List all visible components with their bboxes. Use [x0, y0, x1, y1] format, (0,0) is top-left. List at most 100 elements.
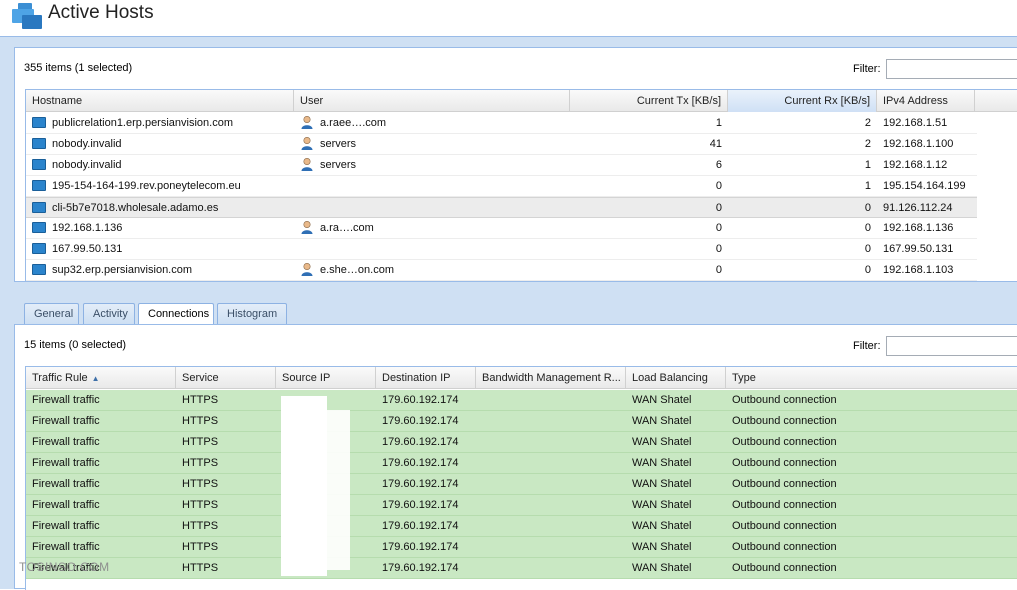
- user-icon: [301, 137, 313, 151]
- user-icon: [301, 158, 313, 172]
- column-header-bandwidth-management-r[interactable]: Bandwidth Management R...: [476, 367, 626, 389]
- hostname-text: nobody.invalid: [52, 159, 122, 171]
- connection-rule-cell: Firewall traffic: [32, 436, 100, 448]
- connection-service-cell: HTTPS: [182, 478, 219, 490]
- user-text: a.raee….com: [320, 117, 387, 129]
- host-row[interactable]: nobody.invalid servers 41 2 192.168.1.100: [26, 134, 977, 155]
- tab-histogram[interactable]: Histogram: [217, 303, 287, 324]
- hostname-text: 167.99.50.131: [52, 243, 123, 255]
- connection-lb-cell: WAN Shatel: [632, 520, 692, 532]
- hosts-grid-header: Hostname User Current Tx [KB/s] Current Rx …: [26, 90, 1017, 112]
- connection-bw-cell: [476, 516, 626, 536]
- redaction-mark: [300, 410, 350, 570]
- column-header-service[interactable]: Service: [176, 367, 276, 389]
- tab-connections[interactable]: Connections: [138, 303, 214, 325]
- connection-dest-cell: 179.60.192.174: [382, 457, 459, 469]
- column-header-current-tx-kb-s[interactable]: Current Tx [KB/s]: [570, 90, 728, 112]
- column-header-label: Type: [732, 372, 756, 384]
- connection-bw-cell: [476, 558, 626, 578]
- connection-row[interactable]: Firewall traffic HTTPS 179.60.192.174 WAN S…: [26, 537, 1017, 558]
- column-header-source-ip[interactable]: Source IP: [276, 367, 376, 389]
- connection-dest-cell: 179.60.192.174: [382, 415, 459, 427]
- connection-row[interactable]: Firewall traffic HTTPS 179.60.192.174 WAN S…: [26, 453, 1017, 474]
- user-cell: servers: [294, 155, 570, 175]
- user-cell: [294, 198, 570, 218]
- connection-rule-cell: Firewall traffic: [32, 415, 100, 427]
- hostname-text: sup32.erp.persianvision.com: [52, 264, 193, 276]
- column-header-type[interactable]: Type: [726, 367, 1017, 389]
- ipv4-cell: 192.168.1.103: [883, 264, 954, 276]
- rx-cell: 0: [864, 264, 871, 276]
- user-cell: [294, 239, 570, 259]
- connection-lb-cell: WAN Shatel: [632, 415, 692, 427]
- column-header-load-balancing[interactable]: Load Balancing: [626, 367, 726, 389]
- connection-row[interactable]: Firewall traffic HTTPS 179.60.192.174 WAN S…: [26, 558, 1017, 579]
- connection-bw-cell: [476, 453, 626, 473]
- connections-filter-input[interactable]: [886, 336, 1017, 356]
- column-header-hostname[interactable]: Hostname: [26, 90, 294, 112]
- connection-row[interactable]: Firewall traffic HTTPS 179.60.192.174 WAN S…: [26, 390, 1017, 411]
- column-header-user[interactable]: User: [294, 90, 570, 112]
- rx-cell: 0: [864, 222, 871, 234]
- connection-lb-cell: WAN Shatel: [632, 394, 692, 406]
- connection-type-cell: Outbound connection: [732, 478, 837, 490]
- connection-row[interactable]: Firewall traffic HTTPS 179.60.192.174 WAN S…: [26, 474, 1017, 495]
- connection-type-cell: Outbound connection: [732, 562, 837, 574]
- watermark: TOSINSO.COM: [19, 560, 110, 574]
- hosts-filter-input[interactable]: [886, 59, 1017, 79]
- connection-row[interactable]: Firewall traffic HTTPS 179.60.192.174 WAN S…: [26, 495, 1017, 516]
- column-header-destination-ip[interactable]: Destination IP: [376, 367, 476, 389]
- connection-rule-cell: Firewall traffic: [32, 499, 100, 511]
- host-row[interactable]: 192.168.1.136 a.ra….com 0 0 192.168.1.136: [26, 218, 977, 239]
- hosts-items-count: 355 items (1 selected): [24, 62, 133, 74]
- host-row[interactable]: sup32.erp.persianvision.com e.she…on.com 0…: [26, 260, 977, 281]
- column-header-label: Source IP: [282, 372, 331, 384]
- hostname-cell: 195-154-164-199.rev.poneytelecom.eu: [26, 176, 294, 196]
- hostname-text: 192.168.1.136: [52, 222, 123, 234]
- connection-row[interactable]: Firewall traffic HTTPS 179.60.192.174 WAN S…: [26, 411, 1017, 432]
- connection-row[interactable]: Firewall traffic HTTPS 179.60.192.174 WAN S…: [26, 516, 1017, 537]
- connection-service-cell: HTTPS: [182, 415, 219, 427]
- host-row[interactable]: nobody.invalid servers 6 1 192.168.1.12: [26, 155, 977, 176]
- hostname-text: nobody.invalid: [52, 138, 122, 150]
- connection-rule-cell: Firewall traffic: [32, 520, 100, 532]
- tx-cell: 6: [715, 159, 722, 171]
- hosts-app-icon: [12, 3, 42, 29]
- connection-service-cell: HTTPS: [182, 394, 219, 406]
- ipv4-cell: 192.168.1.51: [883, 117, 948, 129]
- host-row[interactable]: 167.99.50.131 0 0 167.99.50.131: [26, 239, 977, 260]
- column-header-filler: [975, 90, 1017, 112]
- connections-grid-header: Traffic Rule ▲ Service Source IP Destination…: [26, 367, 1017, 389]
- connection-service-cell: HTTPS: [182, 499, 219, 511]
- ipv4-cell: 192.168.1.100: [883, 138, 954, 150]
- connection-lb-cell: WAN Shatel: [632, 478, 692, 490]
- tx-cell: 0: [715, 180, 722, 192]
- column-header-current-rx-kb-s[interactable]: Current Rx [KB/s]: [728, 90, 877, 112]
- host-row[interactable]: 195-154-164-199.rev.poneytelecom.eu 0 1 195…: [26, 176, 977, 197]
- computer-icon: [32, 242, 46, 254]
- hostname-cell: 167.99.50.131: [26, 239, 294, 259]
- connection-lb-cell: WAN Shatel: [632, 457, 692, 469]
- connection-bw-cell: [476, 432, 626, 452]
- connection-dest-cell: 179.60.192.174: [382, 499, 459, 511]
- computer-icon: [32, 137, 46, 149]
- rx-cell: 1: [864, 159, 871, 171]
- connection-row[interactable]: Firewall traffic HTTPS 179.60.192.174 WAN S…: [26, 432, 1017, 453]
- user-text: a.ra….com: [320, 222, 374, 234]
- hosts-grid: Hostname User Current Tx [KB/s] Current Rx …: [25, 89, 1017, 282]
- connection-lb-cell: WAN Shatel: [632, 499, 692, 511]
- tab-general[interactable]: General: [24, 303, 79, 324]
- rx-cell: 0: [864, 243, 871, 255]
- column-header-traffic-rule[interactable]: Traffic Rule ▲: [26, 367, 176, 389]
- hostname-cell: 192.168.1.136: [26, 218, 294, 238]
- host-row[interactable]: cli-5b7e7018.wholesale.adamo.es 0 0 91.126.…: [26, 197, 977, 218]
- hostname-text: publicrelation1.erp.persianvision.com: [52, 117, 233, 129]
- user-icon: [301, 221, 313, 235]
- host-row[interactable]: publicrelation1.erp.persianvision.com a.r…: [26, 113, 977, 134]
- connection-bw-cell: [476, 537, 626, 557]
- tx-cell: 0: [715, 222, 722, 234]
- ipv4-cell: 167.99.50.131: [883, 243, 954, 255]
- hostname-cell: cli-5b7e7018.wholesale.adamo.es: [26, 198, 294, 218]
- tab-activity[interactable]: Activity: [83, 303, 135, 324]
- column-header-ipv4-address[interactable]: IPv4 Address: [877, 90, 975, 112]
